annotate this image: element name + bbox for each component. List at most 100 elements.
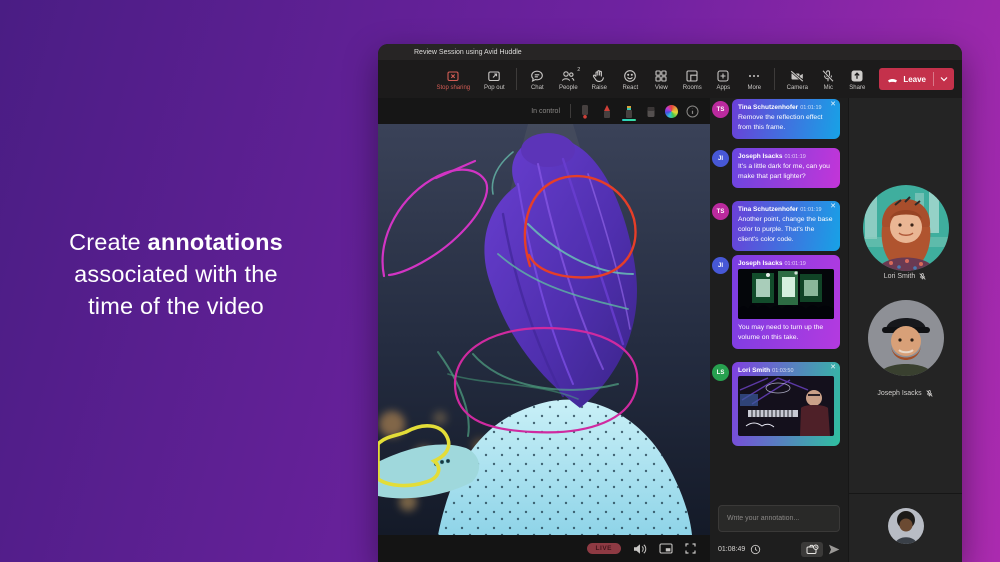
view-icon (653, 68, 669, 84)
send-annotation-button[interactable] (828, 544, 840, 555)
message-bubble: ✕ Lori Smith01:03:50 (732, 362, 840, 446)
stop-sharing-button[interactable]: Stop sharing (430, 68, 476, 91)
message-bubble: Joseph Isacks01:01:19 It's a little dark… (732, 148, 840, 188)
pen-tool[interactable] (599, 102, 615, 120)
laser-pointer-icon (579, 104, 591, 119)
share-icon (849, 68, 865, 84)
pen-icon (601, 104, 613, 119)
chat-message: TS ✕ Tina Schutzenhofer01:01:19 Another … (712, 201, 844, 251)
close-icon[interactable]: ✕ (830, 364, 836, 371)
info-button[interactable] (684, 102, 700, 120)
history-clock-icon[interactable] (750, 544, 761, 555)
more-label: More (747, 85, 761, 91)
message-timestamp: 01:01:19 (784, 261, 805, 267)
message-timestamp: 01:01:19 (800, 207, 821, 213)
color-wheel-tool[interactable] (665, 105, 678, 118)
rooms-button[interactable]: Rooms (677, 68, 707, 91)
avatar: JI (712, 257, 729, 274)
video-controls: LIVE (378, 535, 710, 562)
in-control-label: In control (531, 108, 560, 115)
hero-line1-normal: Create (69, 229, 147, 255)
leave-label: Leave (903, 75, 926, 84)
picture-in-picture-icon[interactable] (659, 543, 673, 554)
message-bubble: ✕ Tina Schutzenhofer01:01:19 Remove the … (732, 99, 840, 139)
mic-button[interactable]: Mic (815, 68, 841, 91)
annotation-input[interactable] (718, 505, 840, 532)
chat-button[interactable]: Chat (522, 68, 552, 91)
pop-out-label: Pop out (484, 85, 505, 91)
chat-message: JI Joseph Isacks01:01:19 It's a little d… (712, 148, 844, 188)
message-author: Tina Schutzenhofer (738, 206, 798, 213)
eraser-icon (645, 104, 657, 119)
snapshot-timestamp-button[interactable] (801, 542, 823, 557)
hero-line1-bold: annotations (148, 229, 283, 255)
fullscreen-icon[interactable] (685, 543, 696, 554)
message-author: Tina Schutzenhofer (738, 104, 798, 111)
leave-options-button[interactable] (934, 76, 954, 82)
apps-label: Apps (716, 85, 730, 91)
avatar: LS (712, 364, 729, 381)
concert-photo (738, 269, 834, 319)
window-content: In control (378, 98, 962, 562)
rooms-label: Rooms (683, 85, 702, 91)
camera-timestamp-icon (806, 544, 819, 555)
avatar: JI (712, 150, 729, 167)
annotation-input-wrap (718, 505, 840, 532)
meeting-toolbar: Stop sharing Pop out Chat 2 Raise People… (378, 60, 962, 98)
camera-off-icon (789, 68, 805, 84)
participant-name-row: Lori Smith (849, 272, 962, 281)
leave-main[interactable]: Leave (879, 73, 933, 86)
camera-label: Camera (787, 85, 808, 91)
raise-hand-button[interactable]: Raise (584, 68, 614, 91)
eraser-tool[interactable] (643, 102, 659, 120)
chat-message: JI Joseph Isacks01:01:19 (712, 255, 844, 349)
concert-photo-attachment[interactable] (738, 269, 834, 319)
hero-line2: associated with the (74, 261, 278, 287)
toolbar-divider (516, 68, 517, 90)
mic-label: Mic (824, 85, 833, 91)
meeting-window: Review Session using Avid Huddle Stop sh… (378, 44, 962, 562)
info-icon (686, 105, 699, 118)
leave-button[interactable]: Leave (879, 68, 954, 90)
people-button[interactable]: 2 Raise People (553, 68, 583, 91)
message-text: You may need to turn up the volume on th… (738, 323, 834, 343)
close-icon[interactable]: ✕ (830, 203, 836, 210)
apps-icon (715, 68, 731, 84)
avatar: TS (712, 203, 729, 220)
view-label: View (655, 85, 668, 91)
view-button[interactable]: View (646, 68, 676, 91)
pop-out-icon (486, 68, 502, 84)
react-label: React (622, 85, 638, 91)
mic-muted-icon (918, 272, 927, 281)
camera-button[interactable]: Camera (780, 68, 814, 91)
mic-muted-icon (925, 389, 934, 398)
hang-up-icon (886, 73, 899, 86)
more-button[interactable]: More (739, 68, 769, 91)
pop-out-button[interactable]: Pop out (477, 68, 511, 91)
message-text: Another point, change the base color to … (738, 215, 834, 245)
mic-off-icon (820, 68, 836, 84)
joseph-avatar (868, 300, 944, 376)
highlighter-icon (623, 104, 635, 119)
participant-video-joseph (868, 300, 944, 376)
participant-name: Joseph Isacks (877, 390, 921, 397)
video-clip-attachment[interactable] (738, 376, 834, 436)
hero-headline: Create annotations associated with the t… (30, 226, 322, 322)
close-icon[interactable]: ✕ (830, 101, 836, 108)
annotation-timecode: 01:08:49 (718, 546, 745, 553)
self-view-avatar (888, 508, 924, 544)
laser-pointer-tool[interactable] (577, 102, 593, 120)
screen: Create annotations associated with the t… (0, 0, 1000, 562)
toolbar-divider (774, 68, 775, 90)
chat-footer: 01:08:49 (718, 540, 840, 558)
highlighter-tool[interactable] (621, 102, 637, 120)
volume-icon[interactable] (633, 543, 647, 555)
more-icon (746, 68, 762, 84)
share-button[interactable]: Share (842, 68, 872, 91)
video-stage[interactable] (378, 124, 710, 535)
apps-button[interactable]: Apps (708, 68, 738, 91)
people-icon (560, 68, 576, 84)
video-clip-thumbnail (738, 376, 834, 436)
message-author: Joseph Isacks (738, 153, 782, 160)
react-button[interactable]: React (615, 68, 645, 91)
